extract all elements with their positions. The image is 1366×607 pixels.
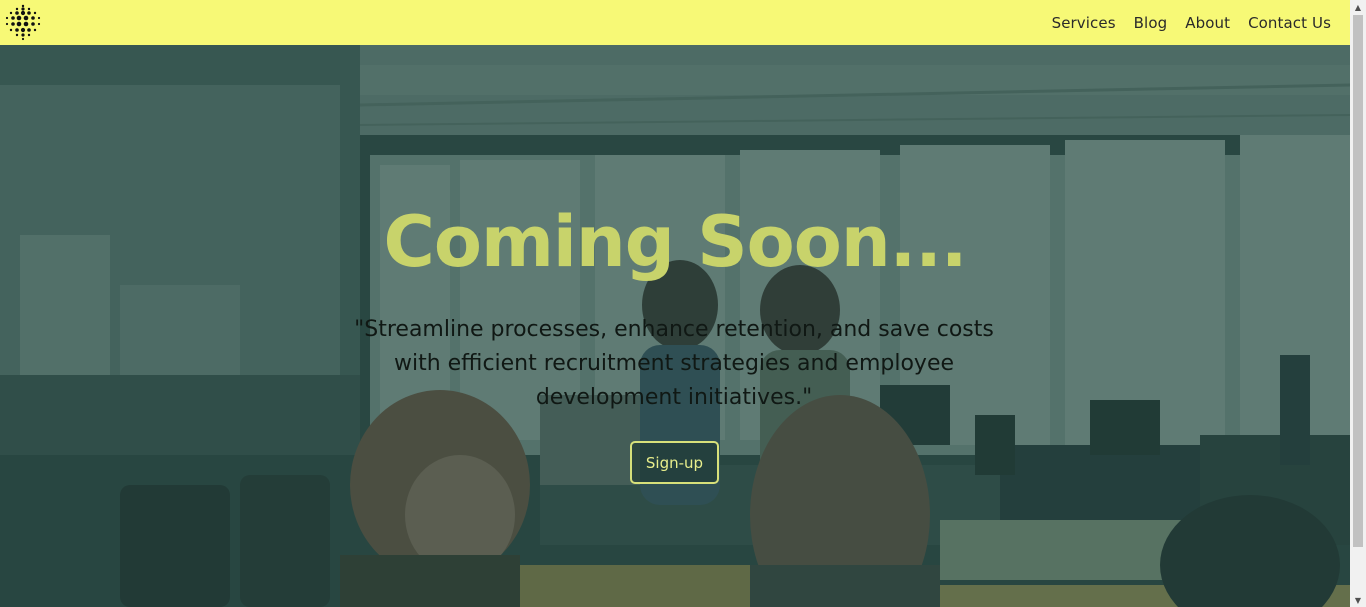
signup-button[interactable]: Sign-up: [630, 441, 719, 484]
scroll-down-arrow-icon[interactable]: ▼: [1350, 593, 1366, 607]
top-navbar: Services Blog About Contact Us: [0, 0, 1350, 45]
scroll-up-arrow-icon[interactable]: ▲: [1350, 0, 1366, 14]
nav-link-contact-us[interactable]: Contact Us: [1248, 14, 1331, 32]
scrollbar-thumb[interactable]: [1353, 15, 1363, 547]
main-nav: Services Blog About Contact Us: [1052, 0, 1331, 45]
hero-title: Coming Soon...: [383, 201, 968, 283]
nav-link-services[interactable]: Services: [1052, 14, 1116, 32]
page-scrollbar[interactable]: ▲ ▼: [1350, 0, 1366, 607]
dot-grid-logo-icon[interactable]: [4, 3, 42, 41]
nav-link-blog[interactable]: Blog: [1134, 14, 1168, 32]
nav-link-about[interactable]: About: [1185, 14, 1230, 32]
hero-section: Coming Soon... "Streamline processes, en…: [0, 45, 1350, 607]
hero-subtitle: "Streamline processes, enhance retention…: [354, 317, 994, 410]
